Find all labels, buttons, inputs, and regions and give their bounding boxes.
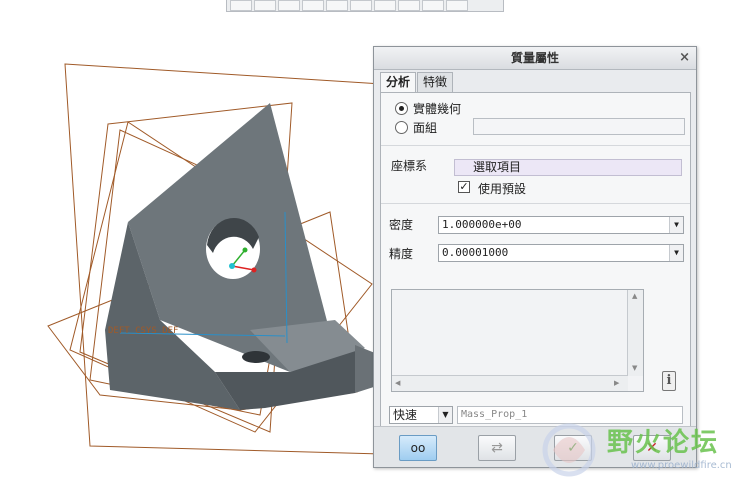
saved-view-icon[interactable]: [326, 0, 348, 11]
accuracy-input[interactable]: 0.00001000 ▼: [438, 244, 684, 262]
accuracy-label: 精度: [389, 247, 414, 261]
regenerate-button[interactable]: ⇄: [478, 435, 516, 461]
tab-feature[interactable]: 特徵: [417, 72, 454, 92]
feature-name-value: Mass_Prop_1: [461, 409, 528, 420]
csys-collector[interactable]: 選取項目: [454, 159, 682, 176]
vertical-scrollbar[interactable]: ▲ ▼: [627, 290, 643, 376]
horizontal-scrollbar[interactable]: ◀ ▶: [392, 375, 628, 391]
preview-button[interactable]: oo: [399, 435, 437, 461]
datum-icon[interactable]: [398, 0, 420, 11]
accuracy-value: 0.00001000: [442, 246, 509, 259]
scroll-up-icon[interactable]: ▲: [632, 292, 637, 300]
use-default-label: 使用預設: [478, 182, 527, 196]
density-label: 密度: [389, 218, 414, 232]
quilt-radio[interactable]: [395, 121, 408, 134]
chevron-down-icon[interactable]: ▼: [438, 407, 452, 423]
scroll-right-icon[interactable]: ▶: [614, 379, 619, 387]
scroll-down-icon[interactable]: ▼: [632, 364, 637, 372]
solid-model: [105, 103, 380, 410]
watermark-url: www.proewildfire.cn: [631, 460, 732, 471]
dialog-tabs: 分析 特徵: [380, 72, 454, 93]
quick-select-value: 快速: [393, 408, 418, 422]
solid-geometry-label: 實體幾何: [413, 102, 462, 116]
repaint-icon[interactable]: [302, 0, 324, 11]
forum-watermark: 野火论坛 www.proewildfire.cn: [535, 418, 748, 486]
info-icon[interactable]: i: [662, 371, 676, 391]
chevron-down-icon[interactable]: ▼: [669, 245, 683, 261]
csys-field-label: 座標系: [391, 159, 428, 173]
watermark-logo: [542, 423, 596, 477]
zoom-fit-icon[interactable]: [230, 0, 252, 11]
zoom-in-icon[interactable]: [254, 0, 276, 11]
dialog-title: 質量屬性: [510, 51, 559, 65]
view-toolbar: [226, 0, 504, 12]
results-list[interactable]: ▲ ▼ ◀ ▶: [391, 289, 644, 392]
quick-select[interactable]: 快速 ▼: [389, 406, 453, 424]
csys-label: DEFT_CSYS_DEF: [108, 326, 178, 336]
preview-glasses-icon: oo: [410, 441, 426, 455]
density-value: 1.000000e+00: [442, 218, 522, 231]
display-style-icon[interactable]: [374, 0, 396, 11]
close-icon[interactable]: ×: [679, 47, 690, 69]
mass-properties-dialog: 質量屬性 × 分析 特徵 實體幾何 面組 座標系 選取項目 ✓ 使用預設 密度 …: [373, 46, 697, 468]
density-input[interactable]: 1.000000e+00 ▼: [438, 216, 684, 234]
spin-center-icon[interactable]: [422, 0, 444, 11]
quilt-label: 面組: [413, 121, 438, 135]
zoom-out-icon[interactable]: [278, 0, 300, 11]
layers-icon[interactable]: [350, 0, 372, 11]
use-default-checkbox[interactable]: ✓: [458, 181, 470, 193]
scroll-left-icon[interactable]: ◀: [395, 379, 400, 387]
solid-geometry-radio[interactable]: [395, 102, 408, 115]
quilt-collector[interactable]: [473, 118, 685, 135]
tab-analysis[interactable]: 分析: [380, 72, 417, 93]
regenerate-icon: ⇄: [491, 440, 503, 456]
separator: [381, 203, 690, 204]
csys-display-icon[interactable]: [446, 0, 468, 11]
dialog-titlebar[interactable]: 質量屬性 ×: [374, 47, 696, 70]
csys-collector-text: 選取項目: [473, 160, 522, 174]
separator: [381, 145, 690, 146]
chevron-down-icon[interactable]: ▼: [669, 217, 683, 233]
watermark-title: 野火论坛: [607, 428, 720, 458]
